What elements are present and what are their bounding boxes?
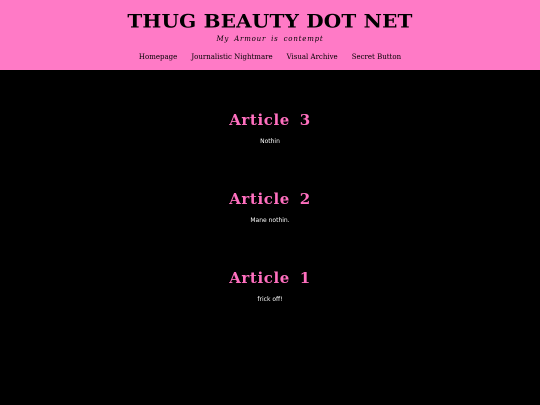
site-tagline: My Armour is contempt: [216, 35, 324, 43]
article-body: Mane nothin.: [250, 217, 290, 224]
nav-link-secret-button[interactable]: Secret Button: [352, 53, 401, 62]
article-body: frick off!: [257, 296, 283, 303]
article-title: Article 3: [229, 111, 311, 129]
article-2: Article 2 Mane nothin.: [0, 190, 540, 269]
site-header: THUG BEAUTY DOT NET My Armour is contemp…: [0, 0, 540, 70]
site-title: THUG BEAUTY DOT NET: [127, 9, 413, 33]
article-3: Article 3 Nothin: [0, 111, 540, 190]
article-1: Article 1 frick off!: [0, 269, 540, 348]
nav-link-homepage[interactable]: Homepage: [139, 53, 177, 62]
article-list: Article 3 Nothin Article 2 Mane nothin. …: [0, 111, 540, 348]
article-title: Article 1: [229, 269, 311, 287]
article-body: Nothin: [260, 138, 280, 145]
article-title: Article 2: [229, 190, 311, 208]
nav-link-visual-archive[interactable]: Visual Archive: [287, 53, 338, 62]
main-nav: Homepage Journalistic Nightmare Visual A…: [0, 53, 540, 62]
nav-link-journalistic-nightmare[interactable]: Journalistic Nightmare: [191, 53, 272, 62]
